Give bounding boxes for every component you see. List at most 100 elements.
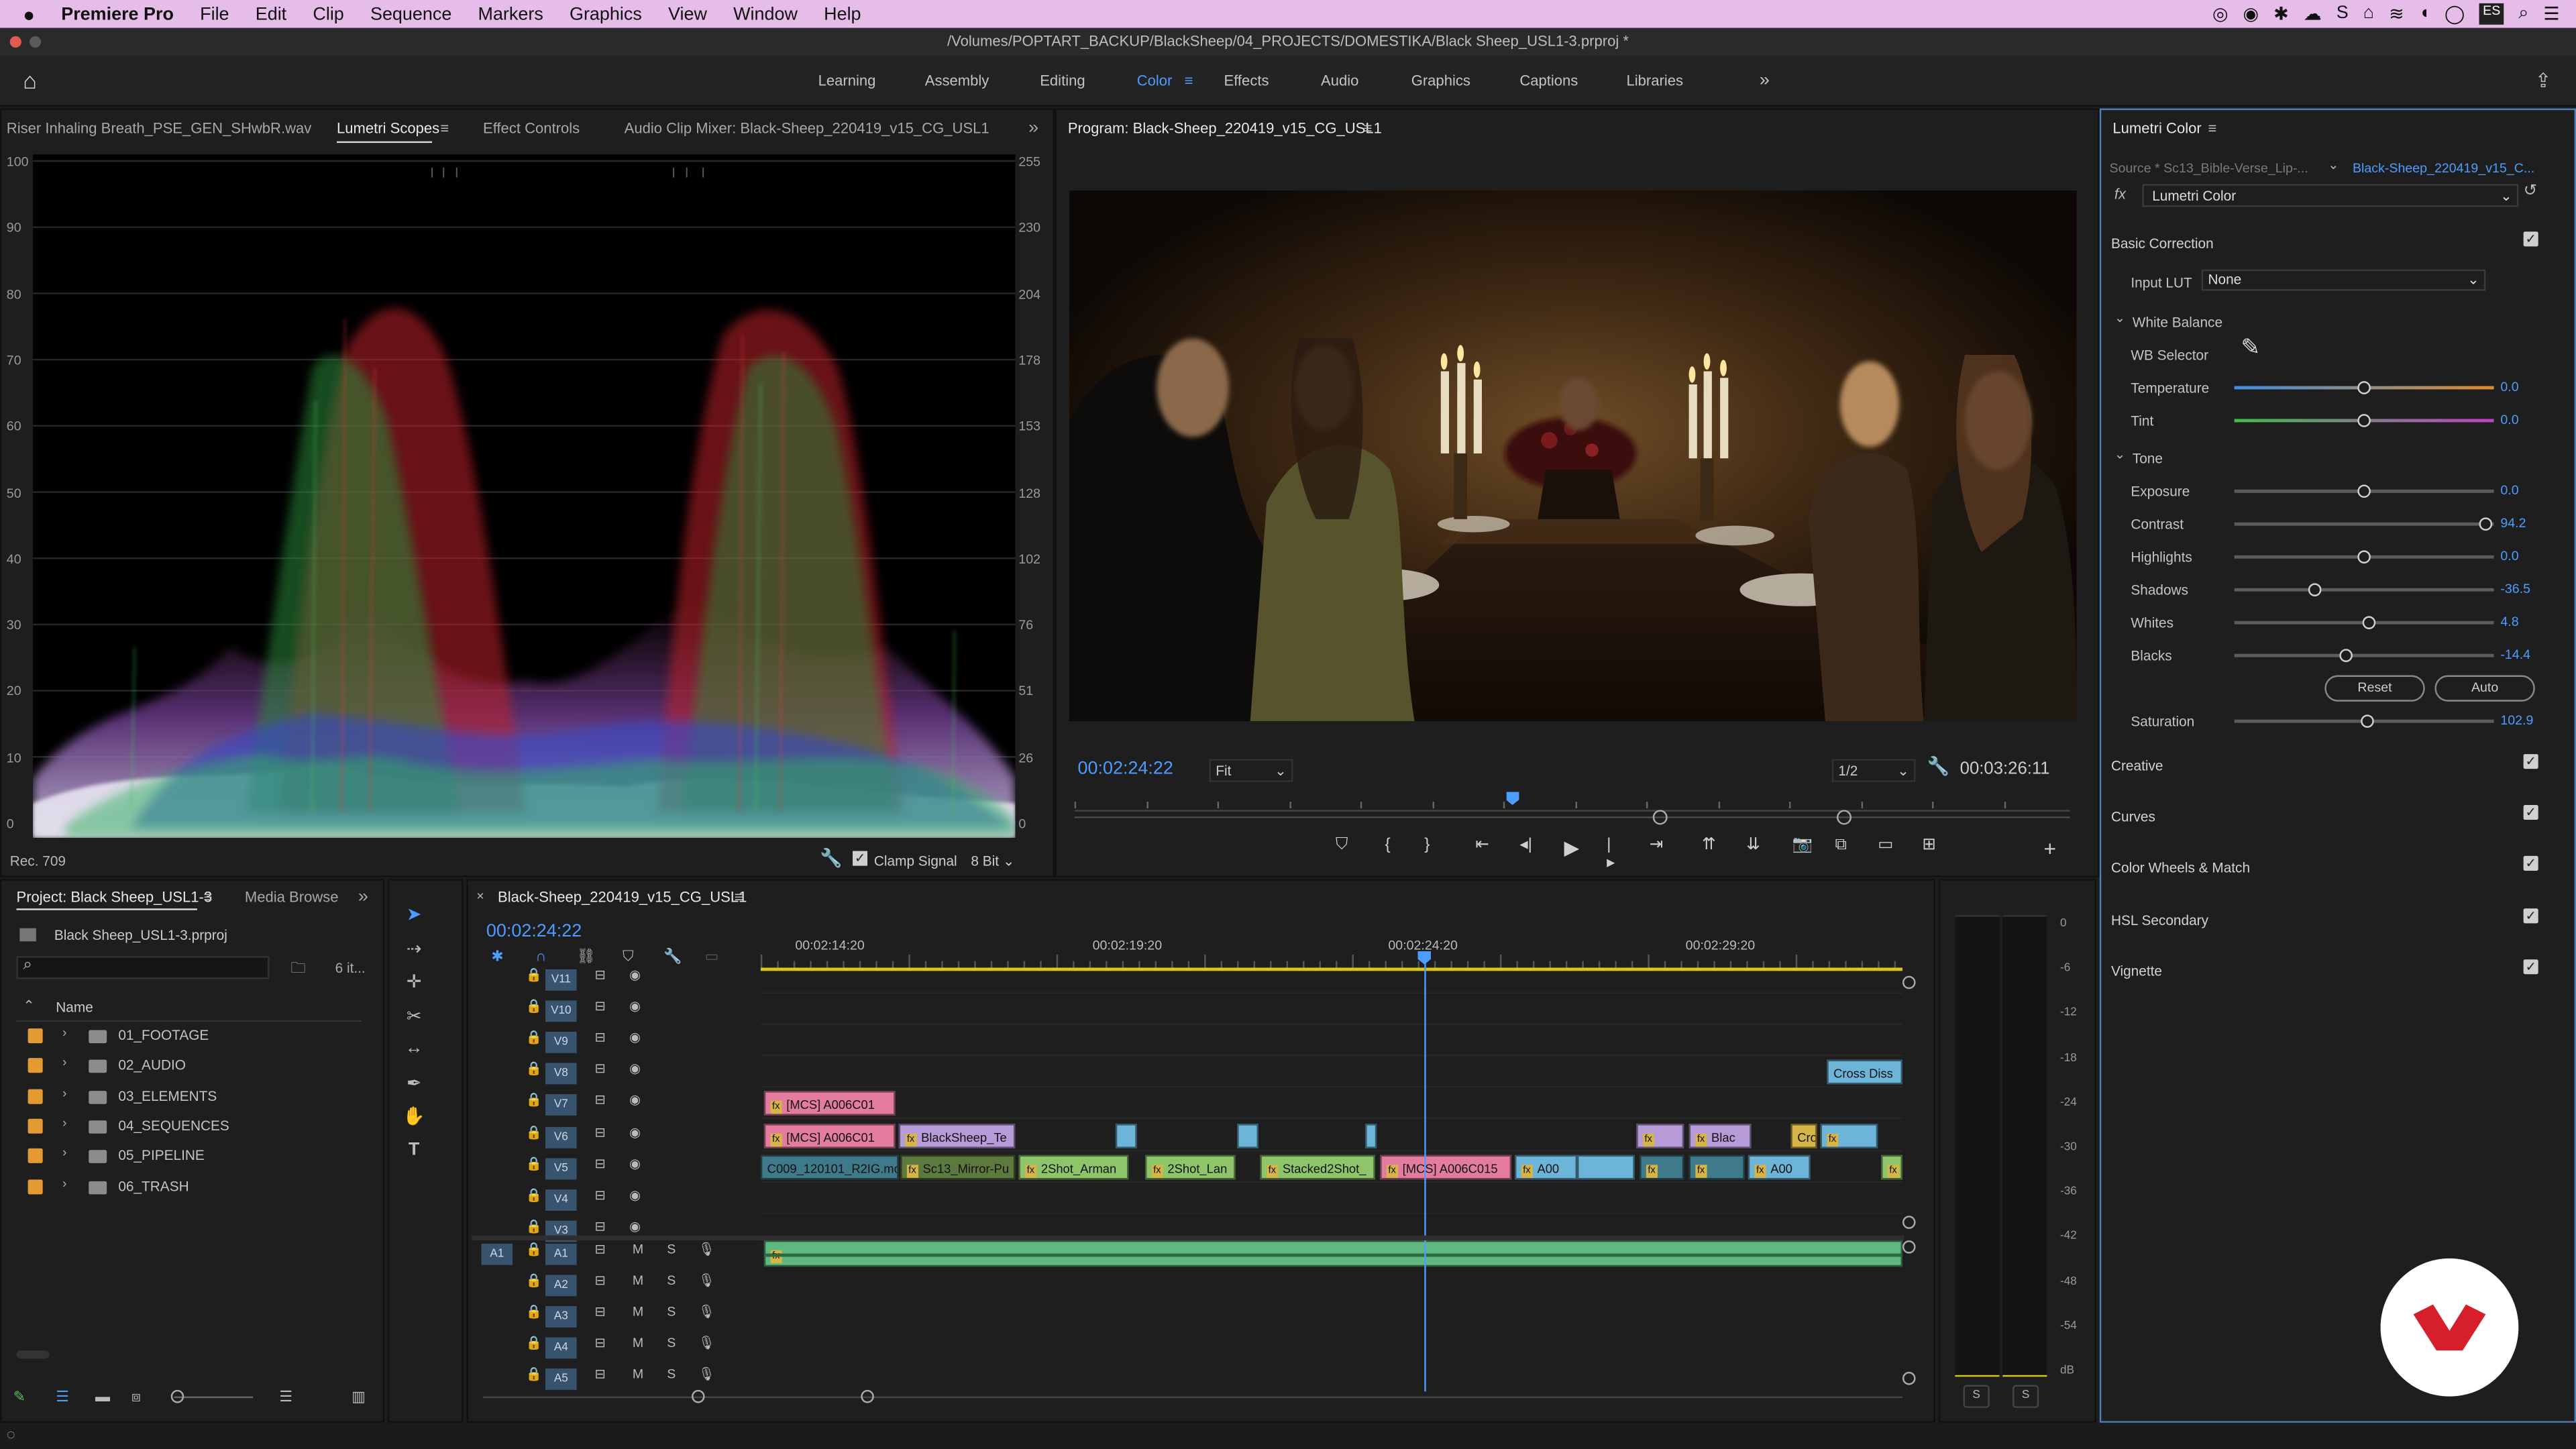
sync-lock-icon[interactable]: ⊟: [595, 1030, 606, 1045]
timeline-clip[interactable]: fx: [1636, 1122, 1684, 1148]
add-marker-icon[interactable]: ⛉: [1336, 837, 1348, 855]
timeline-clip[interactable]: fx [MCS] A006C01: [763, 1122, 896, 1148]
step-back-icon[interactable]: ◂|: [1519, 837, 1532, 855]
add-marker-icon[interactable]: ⛉: [623, 948, 634, 966]
mute-button[interactable]: M: [633, 1242, 643, 1256]
safe-margins-icon[interactable]: ▭: [1878, 837, 1893, 855]
expand-chevron-icon[interactable]: ›: [62, 1055, 67, 1070]
eye-icon[interactable]: ◉: [629, 967, 641, 982]
eye-icon[interactable]: ◉: [629, 1219, 641, 1234]
workspace-learning[interactable]: Learning: [818, 56, 876, 105]
resolution-dropdown[interactable]: 1/2 ⌄: [1831, 759, 1916, 782]
track-name[interactable]: A2: [545, 1275, 577, 1297]
timeline-clip[interactable]: fx 2Shot_Lan: [1144, 1154, 1236, 1179]
expand-chevron-icon[interactable]: ›: [62, 1116, 67, 1130]
track-name[interactable]: V6: [545, 1126, 577, 1148]
tab-project[interactable]: Project: Black Sheep_USL1-3: [16, 889, 212, 905]
type-tool-icon[interactable]: T: [401, 1140, 427, 1167]
sync-lock-icon[interactable]: ⊟: [595, 1336, 606, 1351]
microphone-icon[interactable]: 🎙: [698, 1242, 715, 1256]
microphone-icon[interactable]: 🎙: [698, 1336, 715, 1351]
temperature-value[interactable]: 0.0: [2500, 380, 2518, 394]
eye-icon[interactable]: ◉: [629, 1062, 641, 1077]
timeline-clip[interactable]: fx [MCS] A006C01: [763, 1091, 896, 1116]
menu-markers[interactable]: Markers: [478, 4, 543, 23]
label-color-swatch[interactable]: [28, 1028, 43, 1044]
minimize-window-button[interactable]: [30, 36, 42, 48]
control-center-icon[interactable]: ☰: [2543, 3, 2559, 25]
list-item[interactable]: › 03_ELEMENTS: [16, 1082, 361, 1112]
mute-button[interactable]: M: [633, 1273, 643, 1288]
list-item[interactable]: › 02_AUDIO: [16, 1052, 361, 1081]
panel-menu-icon[interactable]: ≡: [440, 120, 449, 136]
timeline-clip[interactable]: fx: [763, 1240, 1902, 1267]
list-item[interactable]: › 06_TRASH: [16, 1172, 361, 1201]
more-workspaces-icon[interactable]: »: [1760, 56, 1770, 105]
scope-settings-icon[interactable]: 🔧: [820, 848, 843, 869]
skype-icon[interactable]: S: [2337, 3, 2349, 25]
track-select-tool-icon[interactable]: ⇢: [401, 938, 427, 964]
zoom-scroll-bar[interactable]: [1074, 816, 2070, 818]
shadows-slider-track[interactable]: [2234, 588, 2494, 592]
sync-lock-icon[interactable]: ⊟: [595, 1368, 606, 1383]
nest-icon[interactable]: ✱: [491, 948, 503, 966]
sync-lock-icon[interactable]: ⊟: [595, 1093, 606, 1108]
lock-icon[interactable]: 🔒: [526, 1093, 542, 1108]
saturation-value[interactable]: 102.9: [2500, 713, 2533, 728]
lock-icon[interactable]: 🔒: [526, 1219, 542, 1234]
lock-icon[interactable]: 🔒: [526, 1062, 542, 1077]
step-forward-icon[interactable]: |▸: [1607, 837, 1615, 873]
track-name[interactable]: V7: [545, 1094, 577, 1116]
basic-correction-header[interactable]: Basic Correction: [2111, 235, 2214, 251]
solo-button[interactable]: S: [667, 1305, 676, 1320]
cloud-icon[interactable]: ☁: [2304, 3, 2322, 25]
curves-header[interactable]: Curves: [2111, 808, 2155, 824]
solo-left-button[interactable]: S: [1963, 1385, 1990, 1408]
freeform-view-icon[interactable]: ⧈: [131, 1388, 141, 1406]
chevron-down-icon[interactable]: ⌄: [2328, 158, 2339, 172]
workspace-captions[interactable]: Captions: [1519, 56, 1578, 105]
timeline-clip[interactable]: fx: [1820, 1122, 1878, 1148]
list-item[interactable]: › 05_PIPELINE: [16, 1142, 361, 1172]
more-tabs-icon[interactable]: »: [358, 887, 368, 906]
label-color-swatch[interactable]: [28, 1088, 43, 1104]
track-name[interactable]: V11: [545, 969, 577, 991]
comparison-view-icon[interactable]: ⧉: [1835, 837, 1847, 855]
video-audio-divider[interactable]: [471, 1235, 1904, 1240]
timeline-clip[interactable]: Cross Diss: [1827, 1060, 1902, 1085]
workspace-assembly[interactable]: Assembly: [925, 56, 989, 105]
microphone-icon[interactable]: 🎙: [698, 1368, 715, 1383]
track-name[interactable]: V5: [545, 1157, 577, 1179]
extract-icon[interactable]: ⇊: [1746, 837, 1760, 855]
workspace-color[interactable]: Color: [1137, 56, 1173, 105]
tone-reset-button[interactable]: Reset: [2324, 675, 2425, 702]
workspace-menu-icon[interactable]: ≡: [1185, 56, 1193, 105]
home-icon[interactable]: ⌂: [2363, 3, 2374, 25]
white-balance-header[interactable]: White Balance: [2133, 314, 2222, 330]
close-window-button[interactable]: [9, 36, 21, 48]
icon-view-icon[interactable]: ▬: [95, 1388, 110, 1404]
app-menu[interactable]: Premiere Pro: [61, 4, 174, 23]
zoom-slider[interactable]: [174, 1396, 254, 1399]
saturation-slider-knob[interactable]: [2360, 714, 2373, 728]
project-search-input[interactable]: ⌕: [16, 956, 270, 979]
lock-icon[interactable]: 🔒: [526, 1030, 542, 1045]
creative-header[interactable]: Creative: [2111, 757, 2163, 773]
slip-tool-icon[interactable]: ↔: [401, 1038, 427, 1065]
track-name[interactable]: A1: [545, 1243, 577, 1265]
audio-scroll-top-handle[interactable]: [1902, 1240, 1916, 1254]
timeline-clip[interactable]: [1237, 1122, 1258, 1148]
label-color-swatch[interactable]: [28, 1118, 43, 1134]
sync-lock-icon[interactable]: ⊟: [595, 999, 606, 1014]
microphone-icon[interactable]: 🎙: [698, 1273, 715, 1288]
sync-lock-icon[interactable]: ⊟: [595, 1062, 606, 1077]
timeline-clip[interactable]: fx: [1640, 1154, 1684, 1179]
more-tabs-icon[interactable]: »: [1028, 118, 1038, 138]
program-time-ruler[interactable]: [1074, 794, 2070, 812]
creative-cloud-icon[interactable]: ◎: [2212, 3, 2229, 25]
video-scroll-bottom-handle[interactable]: [1902, 1216, 1916, 1229]
clamp-signal-checkbox[interactable]: ✓: [853, 851, 868, 866]
tab-riser-audio[interactable]: Riser Inhaling Breath_PSE_GEN_SHwbR.wav: [7, 120, 312, 136]
exposure-value[interactable]: 0.0: [2500, 483, 2518, 498]
timeline-clip[interactable]: fx Stacked2Shot_: [1260, 1154, 1375, 1179]
